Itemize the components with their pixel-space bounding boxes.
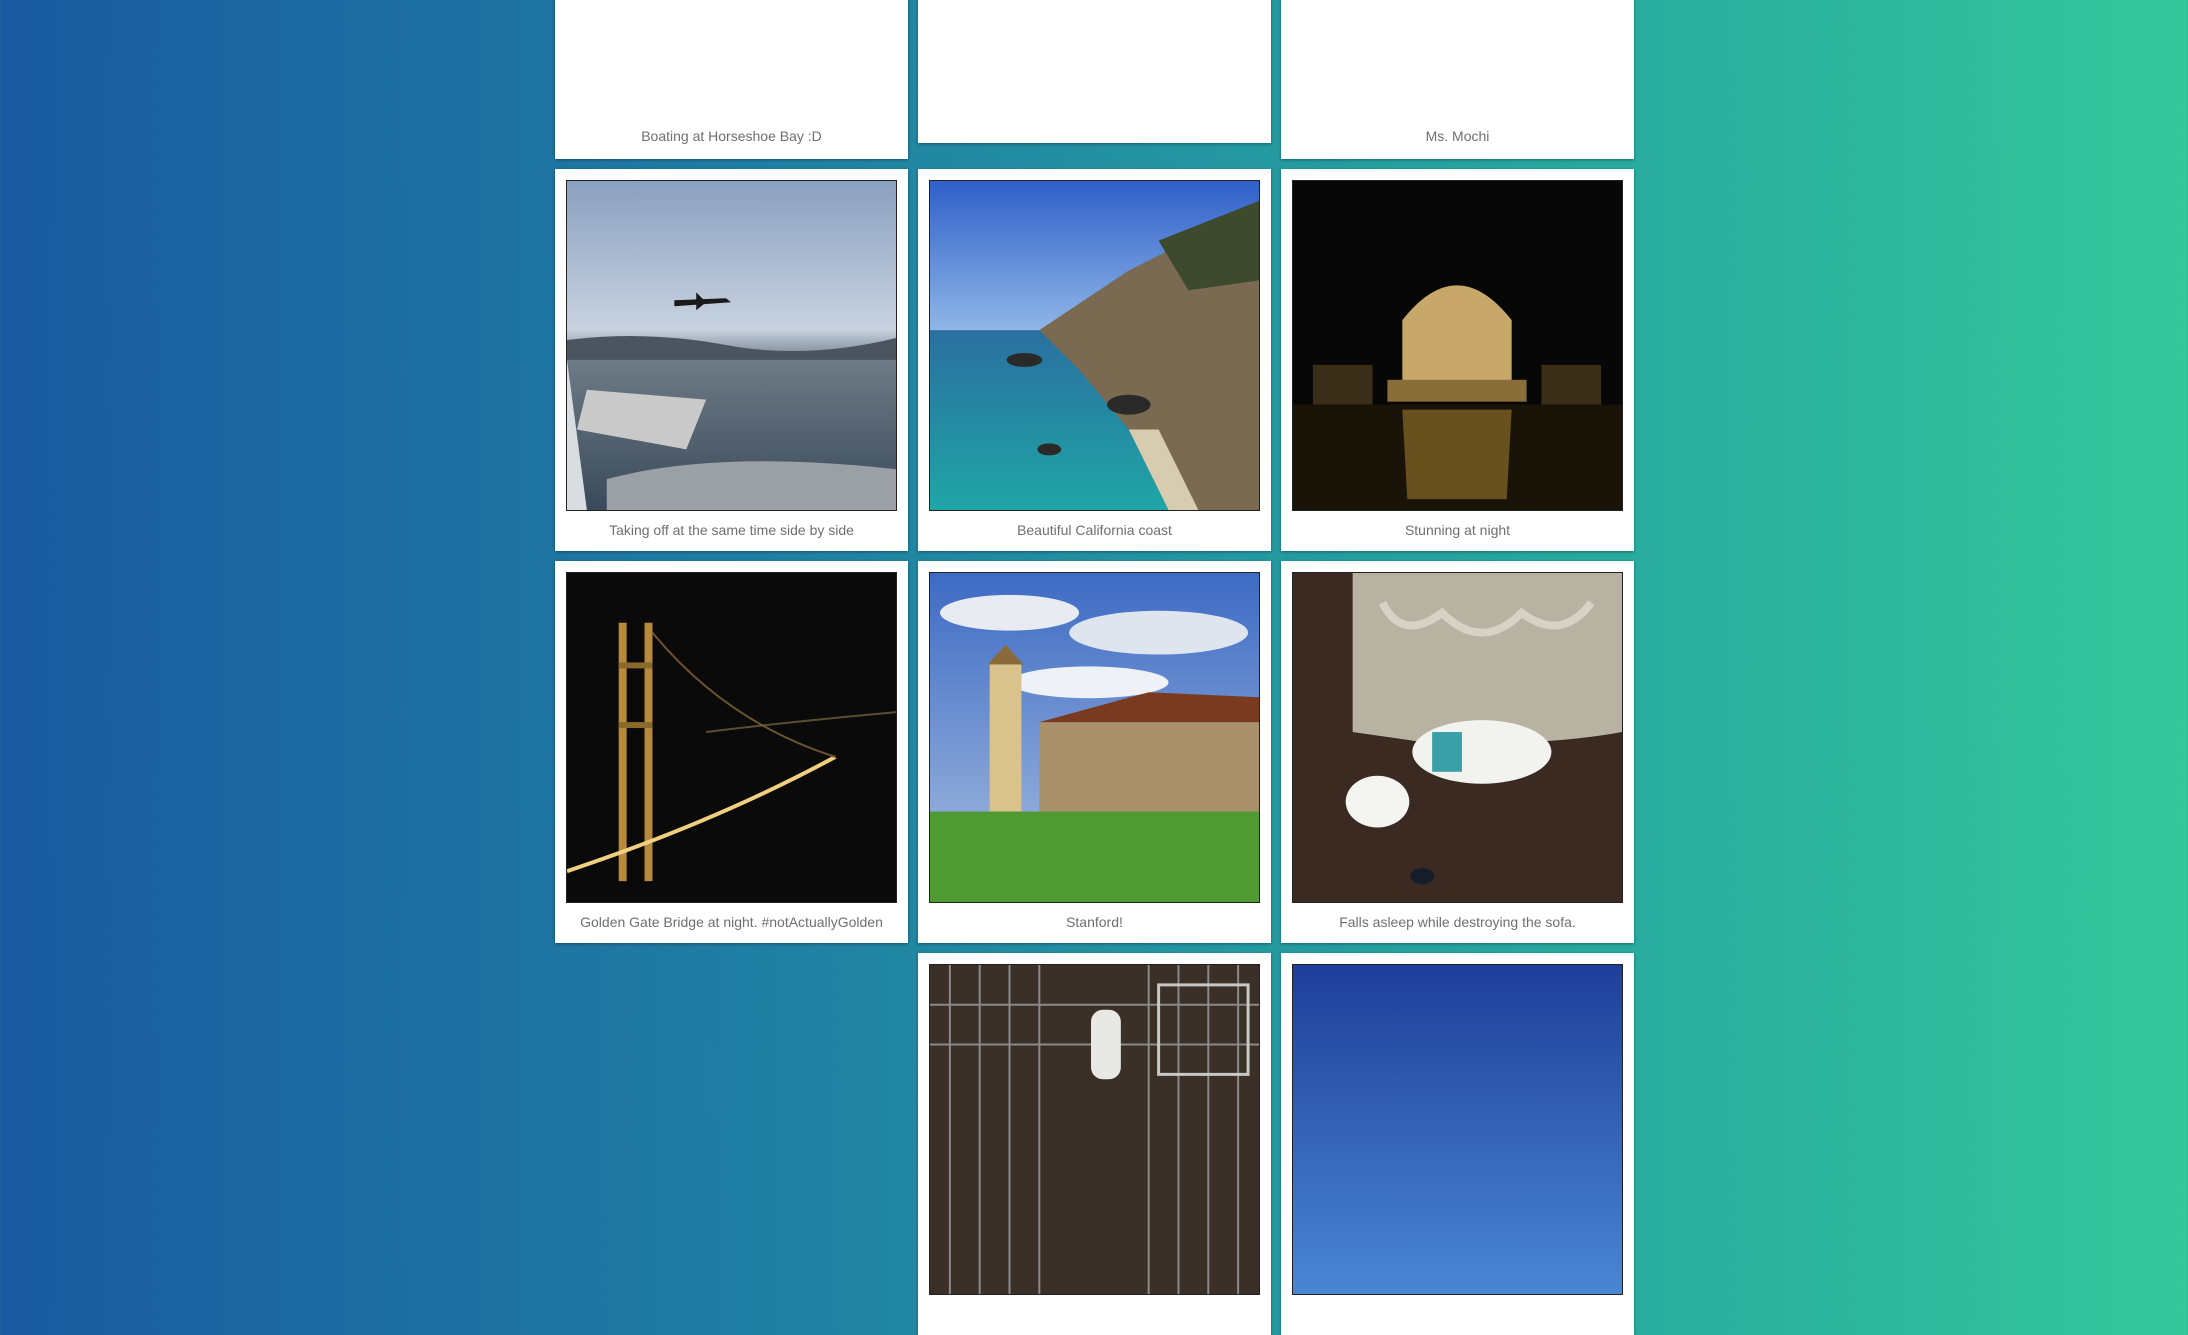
photo-card-sofa[interactable]: Falls asleep while destroying the sofa. (1281, 561, 1634, 943)
palace-night-photo (1292, 180, 1623, 511)
dog-sleeping-sofa-photo (1292, 572, 1623, 903)
photo-caption: Stunning at night (1404, 522, 1511, 538)
photo-card-stanford[interactable]: Stanford! (918, 561, 1271, 943)
photo-card-rocks[interactable] (918, 0, 1271, 143)
photo-caption: Ms. Mochi (1425, 128, 1490, 144)
california-coast-photo (929, 180, 1260, 511)
photo-caption: Boating at Horseshoe Bay :D (641, 128, 822, 144)
photo-caption: Golden Gate Bridge at night. #notActuall… (580, 914, 883, 930)
page-background: { "gallery": { "items": [ {"caption": "B… (0, 0, 2188, 1335)
stanford-tower-photo (929, 572, 1260, 903)
dog-crate-photo (929, 964, 1260, 1295)
photo-caption: Beautiful California coast (1017, 522, 1172, 538)
photo-card-ms-mochi[interactable]: Ms. Mochi (1281, 0, 1634, 159)
golden-gate-night-photo (566, 572, 897, 903)
photo-card-california-coast[interactable]: Beautiful California coast (918, 169, 1271, 551)
photo-card-boating[interactable]: Boating at Horseshoe Bay :D (555, 0, 908, 159)
photo-caption: Falls asleep while destroying the sofa. (1339, 914, 1576, 930)
photo-caption: Taking off at the same time side by side (609, 522, 854, 538)
airplane-window-photo (566, 180, 897, 511)
photo-card-crate[interactable] (918, 953, 1271, 1335)
photo-card-golden-gate[interactable]: Golden Gate Bridge at night. #notActuall… (555, 561, 908, 943)
photo-card-blue-sky[interactable] (1281, 953, 1634, 1335)
blue-sky-photo (1292, 964, 1623, 1295)
photo-card-takeoff[interactable]: Taking off at the same time side by side (555, 169, 908, 551)
photo-caption: Stanford! (1066, 914, 1123, 930)
photo-card-stunning-night[interactable]: Stunning at night (1281, 169, 1634, 551)
